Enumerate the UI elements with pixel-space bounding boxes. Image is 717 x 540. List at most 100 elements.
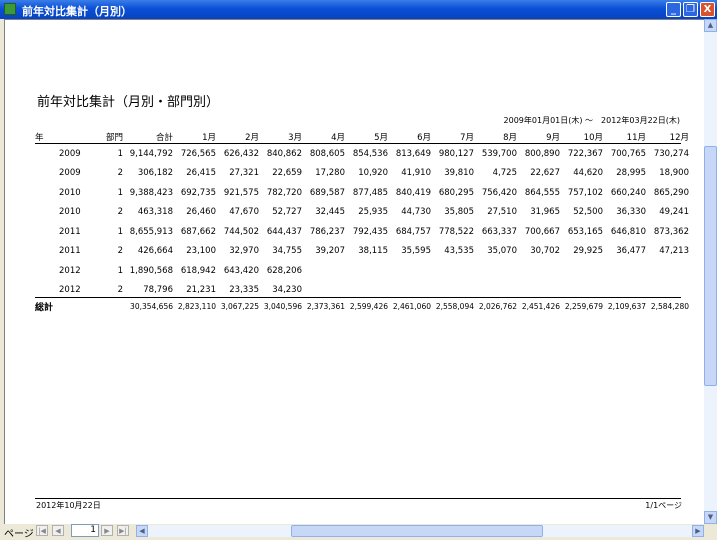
amount-cell: 700,765 <box>610 148 646 159</box>
table-row: 2009 2 306,182 26,415 27,321 22,659 17,280 10,9… <box>35 164 689 184</box>
amount-cell: 680,295 <box>438 187 474 198</box>
total-amount-cell: 2,823,110 <box>177 302 216 311</box>
column-header: 10月 <box>583 133 603 143</box>
amount-cell: 43,535 <box>444 246 474 257</box>
table-row: 2012 1 1,890,568 618,942 643,420 628,206 <box>35 261 689 281</box>
amount-cell: 25,935 <box>358 207 388 218</box>
amount-cell: 786,237 <box>309 226 345 237</box>
scroll-up-arrow-icon[interactable]: ▲ <box>704 19 717 32</box>
amount-cell <box>560 261 603 281</box>
amount-cell: 808,605 <box>309 148 345 159</box>
total-amount-cell: 3,067,225 <box>220 302 259 311</box>
year-cell: 2011 <box>59 246 81 257</box>
amount-cell: 35,070 <box>487 246 517 257</box>
amount-cell: 22,627 <box>530 168 560 179</box>
amount-cell: 660,240 <box>610 187 646 198</box>
amount-cell: 744,502 <box>223 226 259 237</box>
amount-cell: 32,445 <box>315 207 345 218</box>
scroll-down-arrow-icon[interactable]: ▼ <box>704 511 717 524</box>
amount-cell: 38,115 <box>358 246 388 257</box>
amount-cell: 865,290 <box>653 187 689 198</box>
amount-cell: 873,362 <box>653 226 689 237</box>
amount-cell: 722,367 <box>567 148 603 159</box>
amount-cell: 29,925 <box>573 246 603 257</box>
table-header-row: 年 部門 合計 1月 2月 3月 4月 5月 6月 7月 8月 9月 10月 11月 12月 <box>35 130 689 144</box>
column-header: 11月 <box>626 133 646 143</box>
page-navigation-bar: ページ |◀ ◀ 1 ▶ ▶| ◀ ▶ <box>0 524 717 540</box>
scroll-left-arrow-icon[interactable]: ◀ <box>136 525 148 537</box>
total-row: 総計 30,354,656 2,823,110 3,067,225 3,040,596 2… <box>35 300 689 313</box>
amount-cell: 49,241 <box>659 207 689 218</box>
amount-cell: 22,659 <box>272 168 302 179</box>
amount-cell <box>646 261 689 281</box>
size-grip-icon[interactable] <box>704 525 717 538</box>
column-header: 7月 <box>460 133 474 143</box>
table-row: 2010 1 9,388,423 692,735 921,575 782,720 689,5… <box>35 183 689 203</box>
amount-cell: 644,437 <box>266 226 302 237</box>
amount-cell: 39,207 <box>315 246 345 257</box>
vertical-scrollbar[interactable]: ▲ ▼ <box>704 19 717 524</box>
year-cell: 2009 <box>59 168 81 179</box>
amount-cell: 980,127 <box>438 148 474 159</box>
total-amount-cell: 2,599,426 <box>349 302 388 311</box>
column-header: 6月 <box>417 133 431 143</box>
amount-cell <box>603 261 646 281</box>
horizontal-scrollbar[interactable]: ◀ ▶ <box>136 525 704 537</box>
previous-page-icon[interactable]: ◀ <box>52 525 64 536</box>
next-page-icon[interactable]: ▶ <box>101 525 113 536</box>
close-button[interactable]: X <box>700 2 715 17</box>
last-page-icon[interactable]: ▶| <box>117 525 129 536</box>
page-number-input[interactable]: 1 <box>71 524 99 537</box>
amount-cell: 700,667 <box>524 226 560 237</box>
amount-cell: 18,900 <box>659 168 689 179</box>
amount-cell: 1,890,568 <box>129 265 173 276</box>
vertical-scroll-thumb[interactable] <box>704 146 717 386</box>
amount-cell <box>388 261 431 281</box>
amount-cell: 643,420 <box>223 265 259 276</box>
amount-cell: 52,727 <box>272 207 302 218</box>
table-row: 2010 2 463,318 26,460 47,670 52,727 32,445 25,9… <box>35 203 689 223</box>
column-header: 年 <box>35 133 44 143</box>
amount-cell: 17,280 <box>315 168 345 179</box>
amount-cell: 782,720 <box>266 187 302 198</box>
amount-cell <box>517 261 560 281</box>
total-amount-cell: 2,026,762 <box>478 302 517 311</box>
year-cell: 2012 <box>59 265 81 276</box>
total-label: 総計 <box>35 303 54 313</box>
restore-button[interactable]: ❐ <box>683 2 698 17</box>
window-title: 前年対比集計（月別） <box>22 5 132 18</box>
amount-cell: 726,565 <box>180 148 216 159</box>
total-amount-cell: 2,584,280 <box>650 302 689 311</box>
amount-cell: 306,182 <box>137 168 173 179</box>
first-page-icon[interactable]: |◀ <box>36 525 48 536</box>
total-divider <box>35 297 681 298</box>
scroll-right-arrow-icon[interactable]: ▶ <box>692 525 704 537</box>
amount-cell: 47,213 <box>659 246 689 257</box>
amount-cell: 684,757 <box>395 226 431 237</box>
table-row: 2011 2 426,664 23,100 32,970 34,755 39,207 38,1… <box>35 242 689 262</box>
amount-cell <box>474 261 517 281</box>
amount-cell: 463,318 <box>137 207 173 218</box>
minimize-button[interactable]: _ <box>666 2 681 17</box>
footer-divider <box>35 498 681 499</box>
horizontal-scroll-thumb[interactable] <box>291 525 543 537</box>
amount-cell: 626,432 <box>223 148 259 159</box>
window-titlebar[interactable]: 前年対比集計（月別） _ ❐ X <box>0 0 717 19</box>
report-preview-area[interactable]: 前年対比集計（月別・部門別） 2009年01月01日(木) ～ 2012年03月… <box>4 19 704 524</box>
column-header: 8月 <box>503 133 517 143</box>
amount-cell: 32,970 <box>229 246 259 257</box>
total-amount-cell: 2,259,679 <box>564 302 603 311</box>
footer-page-count: 1/1ページ <box>645 501 682 510</box>
amount-cell: 44,730 <box>401 207 431 218</box>
amount-cell: 44,620 <box>573 168 603 179</box>
amount-cell: 628,206 <box>266 265 302 276</box>
column-header: 3月 <box>288 133 302 143</box>
amount-cell: 23,100 <box>186 246 216 257</box>
amount-cell: 756,420 <box>481 187 517 198</box>
amount-cell: 689,587 <box>309 187 345 198</box>
column-header: 1月 <box>202 133 216 143</box>
amount-cell: 921,575 <box>223 187 259 198</box>
year-cell: 2011 <box>59 226 81 237</box>
total-amount-cell: 2,109,637 <box>607 302 646 311</box>
amount-cell <box>431 261 474 281</box>
